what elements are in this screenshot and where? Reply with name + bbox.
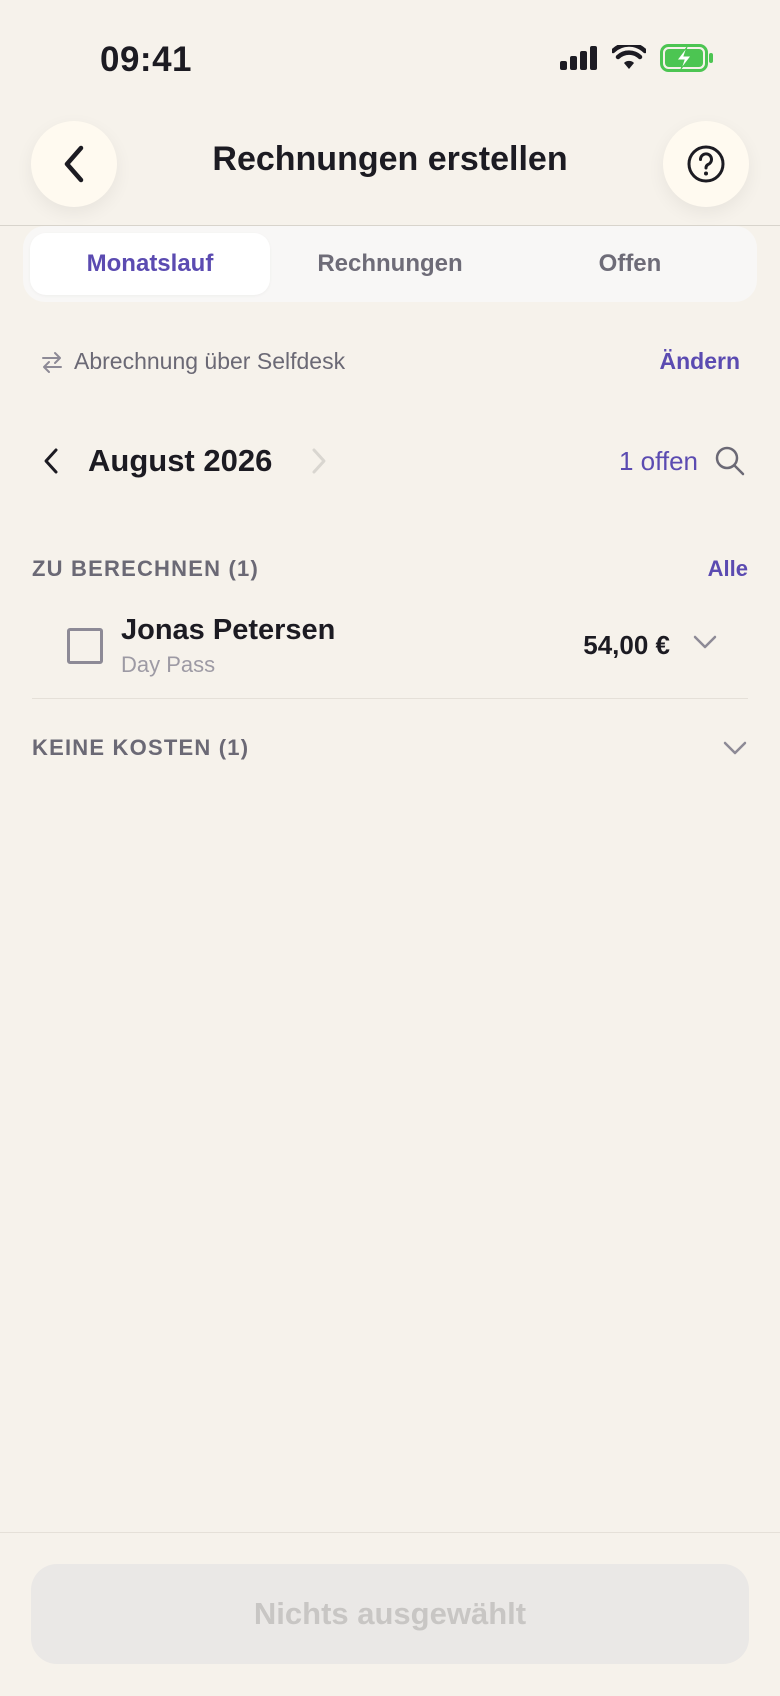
billing-row: Abrechnung über Selfdesk Ändern — [40, 348, 740, 375]
tab-monatslauf[interactable]: Monatslauf — [30, 233, 270, 295]
section-to-bill-header: ZU BERECHNEN (1) Alle — [32, 556, 748, 582]
section-title: KEINE KOSTEN (1) — [32, 735, 250, 760]
footer-divider — [0, 1532, 780, 1533]
section-no-cost-header[interactable]: KEINE KOSTEN (1) — [32, 735, 748, 761]
billing-label: Abrechnung über Selfdesk — [74, 348, 346, 374]
search-icon[interactable] — [714, 445, 746, 477]
month-navigation: August 2026 1 offen — [40, 436, 746, 486]
month-label: August 2026 — [88, 443, 273, 478]
section-title: ZU BERECHNEN (1) — [32, 556, 259, 581]
item-checkbox[interactable] — [67, 628, 103, 664]
wifi-icon — [612, 45, 646, 69]
open-count-link[interactable]: 1 offen — [619, 446, 698, 477]
chevron-down-icon[interactable] — [722, 738, 748, 758]
item-amount: 54,00 € — [583, 630, 670, 660]
item-name: Jonas Petersen — [121, 614, 336, 646]
battery-charging-icon — [660, 44, 713, 72]
segmented-tabs: Monatslauf Rechnungen Offen — [23, 226, 757, 302]
next-month-icon[interactable] — [308, 446, 330, 476]
tab-rechnungen[interactable]: Rechnungen — [270, 233, 510, 295]
change-billing-link[interactable]: Ändern — [660, 348, 741, 375]
signal-icon — [560, 46, 597, 70]
select-all-link[interactable]: Alle — [708, 556, 748, 582]
question-circle-icon — [687, 145, 725, 183]
tab-offen[interactable]: Offen — [510, 233, 750, 295]
status-time: 09:41 — [100, 40, 193, 79]
list-item[interactable]: Jonas Petersen Day Pass 54,00 € — [32, 608, 748, 699]
status-icons — [560, 44, 714, 72]
chevron-down-icon[interactable] — [692, 632, 718, 652]
create-invoices-button[interactable]: Nichts ausgewählt — [31, 1564, 749, 1664]
help-button[interactable] — [663, 121, 749, 207]
swap-arrows-icon — [42, 351, 62, 373]
previous-month-icon[interactable] — [40, 446, 62, 476]
item-subtitle: Day Pass — [121, 652, 216, 677]
